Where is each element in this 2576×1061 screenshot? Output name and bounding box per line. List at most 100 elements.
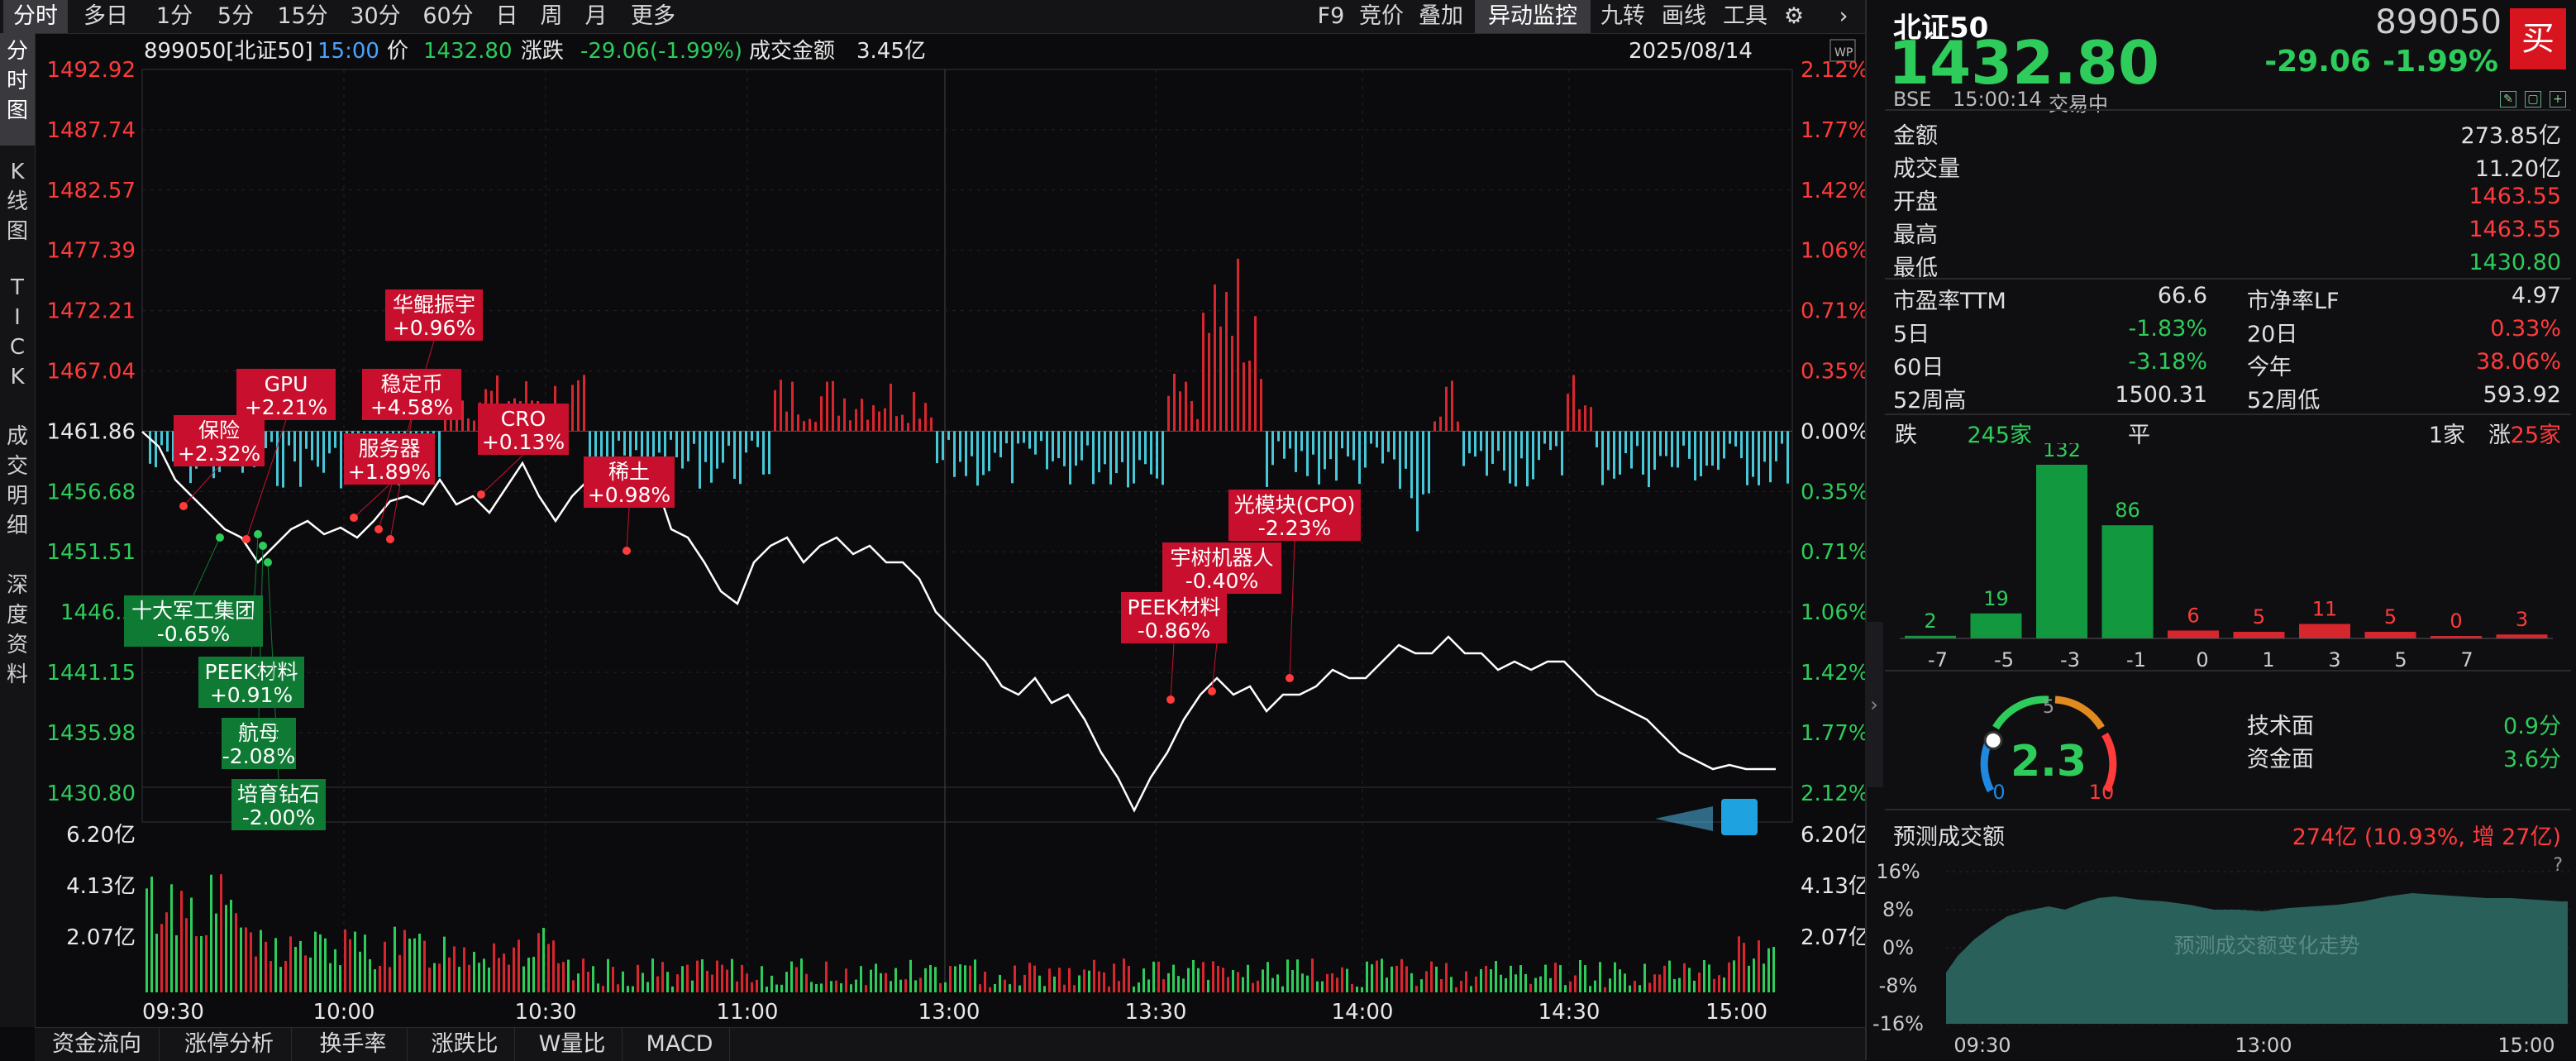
f9-button[interactable]: F9 — [1313, 0, 1349, 33]
tab-limit-up-analysis[interactable]: 涨停分析 — [167, 1028, 292, 1061]
tab-multi-day[interactable]: 多日 — [69, 0, 142, 33]
tab-advance-decline[interactable]: 涨跌比 — [415, 1028, 515, 1061]
volume-bar — [999, 974, 1001, 992]
tag-dot — [623, 547, 631, 555]
auction-button[interactable]: 竞价 — [1354, 0, 1409, 33]
volume-bar — [1505, 978, 1507, 992]
lock-icon[interactable]: ▢ — [2525, 91, 2541, 108]
nine-turn-button[interactable]: 九转 — [1596, 0, 1650, 33]
time-tick-label: 15:00 — [1705, 1000, 1767, 1025]
edit-icon[interactable]: ✎ — [2500, 91, 2516, 108]
volume-bar — [1296, 959, 1299, 992]
gauge-min: 0 — [1992, 781, 2005, 804]
tab-15min[interactable]: 15分 — [268, 0, 337, 33]
money-bar — [1109, 431, 1112, 485]
forecast-watermark: 预测成交额变化走势 — [2173, 934, 2359, 958]
stat-value: 11.20亿 — [2474, 156, 2561, 182]
distribution-bar — [2233, 632, 2285, 638]
valuation-label: 今年 — [2247, 355, 2292, 380]
tag-name: 十大军工集团 — [131, 599, 255, 623]
money-bar — [288, 431, 290, 446]
stat-label: 金额 — [1893, 123, 1938, 149]
add-icon[interactable]: + — [2550, 91, 2566, 108]
money-bar — [866, 419, 869, 432]
money-bar — [1023, 431, 1025, 443]
tag-dot — [477, 490, 485, 499]
anomaly-tags: 保险+2.32%GPU+2.21%华鲲振宇+0.96%稳定币+4.58%服务器+… — [124, 289, 1361, 830]
anomaly-monitor-button[interactable]: 异动监控 — [1475, 0, 1591, 33]
distribution-bar — [2496, 634, 2548, 638]
collapse-panel-icon[interactable]: › — [1865, 622, 1883, 787]
money-bar — [270, 431, 273, 442]
money-bar — [1202, 313, 1205, 432]
tab-kline-chart[interactable]: K 线 图 — [0, 157, 35, 256]
money-bar — [1752, 431, 1754, 477]
tab-volume-ratio[interactable]: W量比 — [522, 1028, 623, 1061]
percent-tick-label: 0.35% — [1801, 480, 1865, 504]
money-bar — [1653, 431, 1656, 470]
valuation-label: 52周高 — [1893, 388, 1967, 413]
volume-bar — [394, 926, 396, 992]
money-bar — [1387, 431, 1390, 452]
volume-bar — [379, 965, 381, 992]
tab-trade-detail[interactable]: 成 交 明 细 — [0, 422, 35, 546]
distribution-count: 3 — [2516, 608, 2528, 631]
tab-1min[interactable]: 1分 — [145, 0, 203, 33]
trading-status: 交易中 — [2049, 93, 2108, 116]
money-bar — [571, 385, 574, 432]
tab-60min[interactable]: 60分 — [413, 0, 483, 33]
tools-button[interactable]: 工具 — [1718, 0, 1772, 33]
buy-button[interactable]: 买 — [2510, 8, 2566, 69]
money-bar — [1428, 431, 1430, 494]
tab-turnover[interactable]: 换手率 — [299, 1028, 408, 1061]
scroll-handle[interactable] — [1721, 799, 1758, 835]
money-bar — [704, 431, 707, 462]
exchange-code: BSE — [1893, 88, 1932, 111]
money-bar — [1271, 431, 1274, 466]
money-bar — [1665, 431, 1667, 456]
tab-5min[interactable]: 5分 — [207, 0, 265, 33]
tab-30min[interactable]: 30分 — [341, 0, 410, 33]
tab-more[interactable]: 更多 — [620, 0, 686, 33]
settings-gear-icon[interactable]: ⚙ — [1777, 0, 1810, 33]
volume-bar — [230, 900, 232, 992]
tag-dot — [216, 533, 224, 542]
tab-month[interactable]: 月 — [575, 0, 617, 33]
volume-bar — [284, 960, 287, 992]
volume-bar — [880, 973, 882, 992]
money-bar — [826, 381, 828, 432]
tab-deep-data[interactable]: 深 度 资 料 — [0, 571, 35, 695]
money-bar — [1486, 431, 1488, 476]
volume-bar — [666, 972, 669, 992]
tab-intraday[interactable]: 分时 — [3, 0, 68, 33]
distribution-bars: 2 19 132 86 6 5 11 5 0 3 — [1905, 443, 2548, 638]
volume-bar — [324, 938, 327, 992]
money-bar — [953, 431, 956, 477]
tab-day[interactable]: 日 — [486, 0, 527, 33]
intraday-chart[interactable]: 899050[北证50] 15:00 价 1432.80 涨跌 -29.06(-… — [35, 33, 1869, 1027]
draw-button[interactable]: 画线 — [1657, 0, 1711, 33]
tab-tick[interactable]: T I C K — [0, 273, 35, 397]
volume-bar — [1753, 958, 1755, 992]
volume-bar — [1579, 959, 1581, 992]
tab-fund-flow[interactable]: 资金流向 — [35, 1028, 160, 1061]
volume-bar — [716, 960, 718, 992]
money-bar — [1439, 416, 1442, 432]
money-bar — [699, 431, 701, 489]
volume-bar — [1113, 963, 1115, 992]
money-bar — [1318, 431, 1320, 485]
tab-week[interactable]: 周 — [531, 0, 572, 33]
volume-bar — [860, 966, 862, 992]
tab-macd[interactable]: MACD — [630, 1028, 730, 1061]
volume-bar — [1018, 985, 1021, 992]
money-bar — [872, 405, 875, 432]
fund-score-label: 资金面 — [2247, 747, 2314, 772]
overlay-button[interactable]: 叠加 — [1414, 0, 1468, 33]
gauge-arc-orange — [2054, 695, 2105, 730]
volume-bar — [408, 939, 411, 992]
volume-bar — [726, 969, 728, 992]
tab-intraday-chart[interactable]: 分 时 图 — [0, 33, 35, 146]
forecast-y-tick: 16% — [1876, 860, 1920, 883]
chevron-right-icon[interactable]: › — [1827, 0, 1860, 33]
money-bar — [1173, 374, 1176, 432]
